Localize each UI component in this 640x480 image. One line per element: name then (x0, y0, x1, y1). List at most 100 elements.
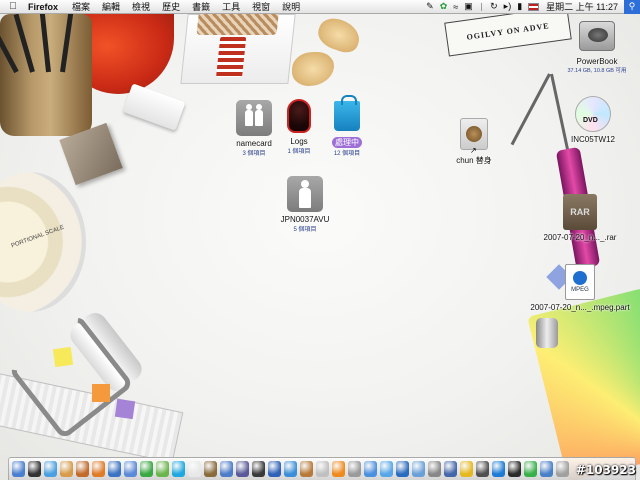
skype-icon[interactable] (172, 461, 185, 477)
script-icon[interactable]: ✎ (426, 1, 434, 12)
pen-image (13, 13, 35, 73)
dvd-icon (575, 96, 611, 132)
bag-shape (334, 95, 360, 131)
photo-icon[interactable] (220, 461, 233, 477)
alias-icon: ↗ (456, 116, 492, 155)
scale-text: PORTIONAL SCALE (10, 224, 66, 250)
desktop-icon-mpeg-part[interactable]: MPEG 2007-07-20_n..._.mpeg.part (530, 264, 630, 312)
adium-icon[interactable] (156, 461, 169, 477)
takeout-box-image (180, 11, 296, 84)
flag-icon[interactable] (528, 2, 540, 11)
spotlight-icon[interactable]: ⚲ (624, 0, 640, 14)
rar-shape: RAR (563, 194, 597, 230)
menu-edit[interactable]: 編輯 (102, 0, 120, 13)
sync-icon[interactable]: ↻ (490, 1, 498, 12)
dvd-player-icon[interactable] (476, 461, 489, 477)
app-menu-firefox[interactable]: Firefox (28, 2, 58, 12)
desktop-icon-powerbook[interactable]: PowerBook 37.14 GB, 10.8 GB 可用 (557, 18, 637, 74)
music-icon[interactable] (236, 461, 249, 477)
desktop-icon-sublabel: 3 個項目 (242, 151, 266, 157)
chat-icon[interactable] (524, 461, 537, 477)
wire-bundle-image (196, 11, 279, 35)
desktop-icon-label: JPN0037AVU (280, 215, 330, 224)
ichat-icon[interactable] (140, 461, 153, 477)
color-fan-deck-image (527, 288, 640, 480)
menu-clock[interactable]: 星期二 上午 11:27 (546, 0, 618, 13)
crop-icon[interactable] (348, 461, 361, 477)
vlc-icon[interactable] (332, 461, 345, 477)
dollar-icon[interactable] (460, 461, 473, 477)
watermark-text: #103923 (575, 463, 636, 477)
address-book-icon[interactable] (76, 461, 89, 477)
shopping-bag-icon (329, 95, 365, 134)
gear-icon[interactable] (428, 461, 441, 477)
desktop-icon-dvd[interactable]: INC05TW12 (555, 96, 631, 144)
hard-drive-icon (579, 18, 615, 54)
pen-image (60, 12, 74, 73)
safari-icon[interactable] (44, 461, 57, 477)
menu-view[interactable]: 檢視 (132, 0, 150, 13)
firefox-icon[interactable] (92, 461, 105, 477)
play-icon[interactable] (364, 461, 377, 477)
dashboard-icon[interactable] (28, 461, 41, 477)
guitar-icon[interactable] (300, 461, 313, 477)
trash-icon[interactable] (556, 461, 569, 477)
desktop-icon-processing[interactable]: 處理中 12 個項目 (312, 95, 382, 157)
desktop-icon-label: chun 替身 (456, 156, 492, 165)
quicktime-icon[interactable] (268, 461, 281, 477)
menu-bookmarks[interactable]: 書籤 (192, 0, 210, 13)
desktop-icon-sublabel: 12 個項目 (333, 151, 361, 157)
finder-icon[interactable] (12, 461, 25, 477)
mail-icon[interactable] (412, 461, 425, 477)
apple-icon[interactable]:  (4, 1, 22, 12)
folder-person-icon (287, 176, 323, 212)
display-icon[interactable]: ▣ (464, 1, 473, 12)
desktop:  Firefox 檔案 編輯 檢視 歷史 書籤 工具 視窗 說明 ✎ ✿ ≈ … (0, 0, 640, 480)
desktop-icon-label: 2007-07-20_n..._.mpeg.part (530, 303, 630, 312)
desktop-icon-chun-alias[interactable]: ↗ chun 替身 (439, 116, 509, 166)
network-icon[interactable] (108, 461, 121, 477)
globe-icon[interactable] (284, 461, 297, 477)
desktop-icon-label: INC05TW12 (570, 135, 615, 144)
terminal-icon[interactable] (508, 461, 521, 477)
desktop-icon-sublabel: 1 個項目 (287, 149, 311, 155)
person-shape (255, 104, 263, 126)
menu-tools[interactable]: 工具 (222, 0, 240, 13)
menu-window[interactable]: 視窗 (252, 0, 270, 13)
pen-tool-icon[interactable] (396, 461, 409, 477)
menu-extras: ✎ ✿ ≈ ▣ ᛁ ↻ ▸) ▮ 星期二 上午 11:27 ⚲ (423, 0, 640, 14)
person-shape (245, 104, 253, 126)
compass-leg-image (510, 73, 551, 146)
mpeg-file-icon: MPEG (562, 264, 598, 300)
quicktime-logo-shape (573, 271, 587, 285)
bluetooth-icon[interactable]: ᛁ (479, 2, 484, 12)
bottle-image (536, 318, 558, 348)
torch-icon[interactable] (316, 461, 329, 477)
color-swatch-purple (114, 398, 136, 420)
proportional-scale-image: PORTIONAL SCALE (0, 172, 86, 312)
menu-bar:  Firefox 檔案 編輯 檢視 歷史 書籤 工具 視窗 說明 ✎ ✿ ≈ … (0, 0, 640, 14)
volume-icon[interactable]: ▸) (504, 1, 512, 12)
desktop-icon-jpn0037avu[interactable]: JPN0037AVU 5 個項目 (270, 176, 340, 233)
thunderbird-icon[interactable] (124, 461, 137, 477)
battery-icon[interactable]: ▮ (517, 1, 522, 12)
leaf-icon[interactable]: ✿ (440, 1, 448, 12)
menu-file[interactable]: 檔案 (72, 0, 90, 13)
preview-icon[interactable] (204, 461, 217, 477)
color-swatch-orange (92, 384, 110, 402)
movie-icon[interactable] (252, 461, 265, 477)
person-shape (299, 180, 311, 208)
drive-shape (579, 21, 615, 51)
download-icon[interactable] (540, 461, 553, 477)
wifi-icon[interactable]: ≈ (453, 2, 458, 12)
user-icon[interactable] (444, 461, 457, 477)
fortune-cookie-image (314, 13, 364, 57)
calendar-icon[interactable] (188, 461, 201, 477)
safari-2-icon[interactable] (380, 461, 393, 477)
menu-help[interactable]: 說明 (282, 0, 300, 13)
desktop-icon-rar[interactable]: RAR 2007-07-20_n..._.rar (540, 194, 620, 242)
itunes-icon[interactable] (60, 461, 73, 477)
pen-image (39, 12, 51, 73)
qq-icon[interactable] (492, 461, 505, 477)
menu-history[interactable]: 歷史 (162, 0, 180, 13)
